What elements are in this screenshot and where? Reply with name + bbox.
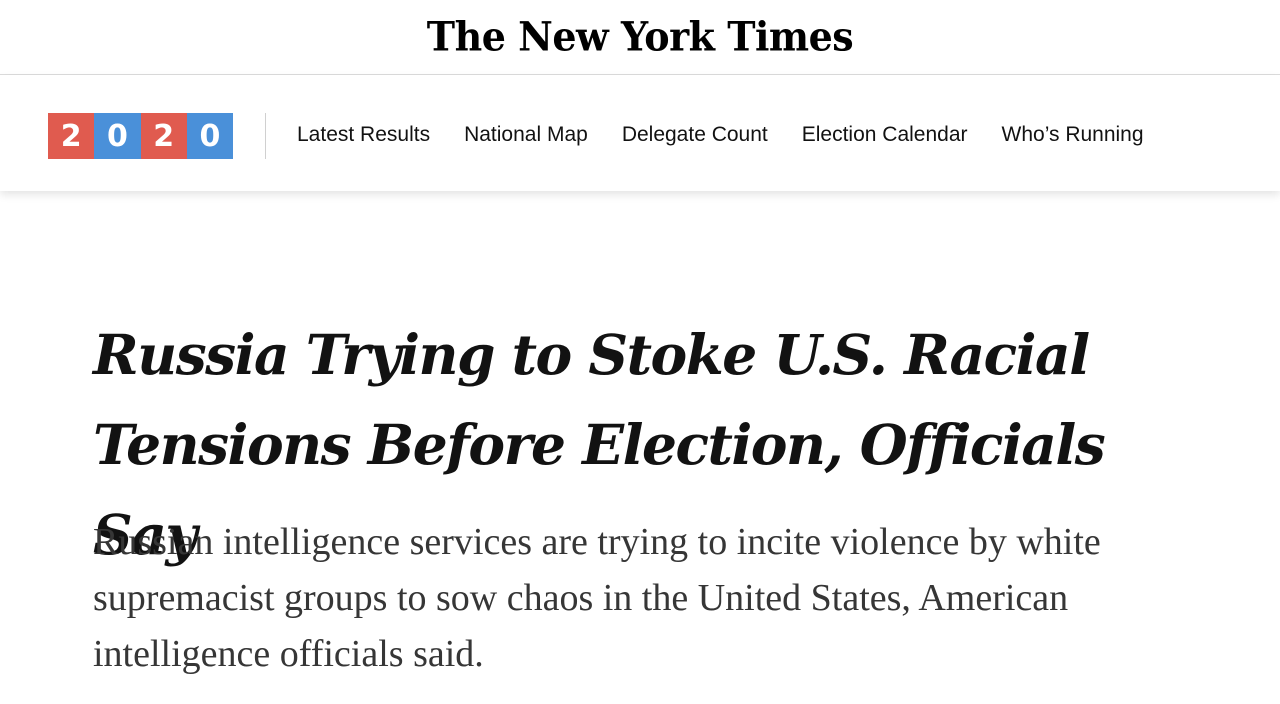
- badge-digit-3: 2: [140, 113, 187, 159]
- nav-election-calendar[interactable]: Election Calendar: [802, 123, 968, 147]
- article-summary: Russian intelligence services are trying…: [93, 521, 1101, 675]
- nav-delegate-count[interactable]: Delegate Count: [622, 123, 768, 147]
- badge-digit-4: 0: [186, 113, 233, 159]
- nav-latest-results[interactable]: Latest Results: [297, 123, 430, 147]
- badge-digit-2: 0: [94, 113, 141, 159]
- nyt-logo[interactable]: The New York Times: [427, 12, 854, 59]
- nav-whos-running[interactable]: Who’s Running: [1002, 123, 1144, 147]
- election-2020-badge[interactable]: 2 0 2 0: [48, 113, 233, 159]
- nav-divider: [265, 113, 266, 159]
- masthead: The New York Times: [0, 0, 1280, 75]
- nav-national-map[interactable]: National Map: [464, 123, 588, 147]
- election-nav-links: Latest Results National Map Delegate Cou…: [297, 115, 1144, 155]
- badge-digit-1: 2: [48, 113, 95, 159]
- election-nav-bar: 2 0 2 0 Latest Results National Map Dele…: [0, 75, 1280, 191]
